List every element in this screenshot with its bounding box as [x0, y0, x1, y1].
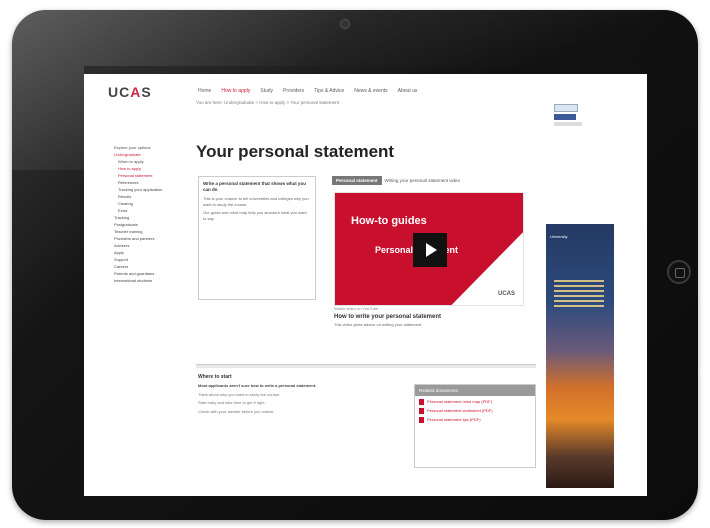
sidebar-item[interactable]: Teacher training — [114, 228, 178, 235]
sidebar-nav: Explore your options Undergraduate When … — [114, 144, 178, 284]
video-caption-title: How to write your personal statement — [334, 314, 442, 320]
page-title: Your personal statement — [196, 142, 395, 161]
advert-banner[interactable]: University — [546, 224, 614, 488]
sidebar-item[interactable]: Clearing — [114, 200, 178, 207]
where-to-start-lead: Most applicants aren't sure how to write… — [198, 383, 317, 388]
sidebar-item[interactable]: When to apply — [114, 158, 178, 165]
nav-providers[interactable]: Providers — [281, 87, 306, 95]
pdf-icon — [419, 399, 424, 405]
where-to-start-body: Check with your adviser before you submi… — [198, 408, 275, 414]
video-tabs: Personal statement Writing your personal… — [332, 176, 460, 185]
status-bar — [84, 66, 647, 74]
logo-text-3: S — [141, 84, 152, 100]
top-navigation: Home How to apply Study Providers Tips &… — [196, 87, 419, 95]
where-to-start-body: Start early and take time to get it righ… — [198, 400, 266, 405]
video-brand: UCAS — [497, 291, 515, 297]
nav-study[interactable]: Study — [258, 87, 275, 95]
nav-tips[interactable]: Tips & Advice — [312, 87, 346, 95]
site-logo[interactable]: UCAS — [108, 84, 152, 100]
related-documents-box: Related documents Personal statement min… — [414, 384, 536, 468]
tweet-button[interactable] — [554, 104, 578, 112]
sidebar-item[interactable]: Support — [114, 256, 178, 263]
tab-video[interactable]: Writing your personal statement video — [385, 178, 460, 183]
intro-box: Write a personal statement that shows wh… — [198, 176, 316, 300]
tablet-screen: UCAS Home How to apply Study Providers T… — [84, 66, 647, 496]
advert-brand: University — [550, 234, 568, 239]
intro-heading: Write a personal statement that shows wh… — [203, 181, 306, 192]
logo-text-1: UC — [108, 84, 131, 100]
webpage: UCAS Home How to apply Study Providers T… — [84, 74, 647, 496]
sidebar-item[interactable]: Careers — [114, 263, 178, 270]
play-icon[interactable] — [413, 233, 447, 267]
camera-icon — [340, 19, 350, 29]
intro-body: This is your chance to tell universities… — [203, 196, 309, 207]
nav-about[interactable]: About us — [396, 87, 420, 95]
breadcrumb[interactable]: You are here: Undergraduate > How to app… — [196, 100, 406, 106]
pdf-icon — [419, 408, 424, 414]
facebook-like-button[interactable] — [554, 114, 576, 120]
where-to-start-body: Think about why you want to study the co… — [198, 391, 281, 397]
sidebar-item[interactable]: Advisers — [114, 242, 178, 249]
related-item[interactable]: Personal statement worksheet (PDF) — [415, 405, 535, 414]
related-link[interactable]: Personal statement tips (PDF) — [427, 417, 481, 423]
sidebar-item[interactable]: Results — [114, 193, 178, 200]
where-to-start-heading: Where to start — [198, 374, 232, 380]
home-button[interactable] — [667, 260, 691, 284]
sidebar-item[interactable]: Apply — [114, 249, 178, 256]
sidebar-item[interactable]: Tracking your application — [114, 186, 178, 193]
related-item[interactable]: Personal statement tips (PDF) — [415, 414, 535, 423]
video-caption: Watch video on YouTube How to write your… — [334, 306, 524, 328]
related-heading: Related documents — [415, 385, 535, 396]
sidebar-item[interactable]: Postgraduate — [114, 221, 178, 228]
advert-text-lines — [554, 280, 604, 310]
sidebar-item[interactable]: Parents and guardians — [114, 270, 178, 277]
section-divider — [196, 364, 536, 368]
scene: UCAS Home How to apply Study Providers T… — [0, 0, 710, 528]
sidebar-item[interactable]: Extra — [114, 207, 178, 214]
sidebar-item[interactable]: Providers and partners — [114, 235, 178, 242]
where-to-start-section: Where to start Most applicants aren't su… — [198, 374, 398, 414]
sidebar-item[interactable]: Personal statement — [114, 172, 178, 179]
sidebar-item[interactable]: References — [114, 179, 178, 186]
sidebar-item[interactable]: Undergraduate — [114, 151, 178, 158]
tablet-device: UCAS Home How to apply Study Providers T… — [12, 10, 698, 520]
logo-text-2: A — [130, 84, 142, 100]
video-player[interactable]: How-to guides Personal statement UCAS — [334, 192, 524, 306]
intro-body: Our guide and mind map help you structur… — [203, 210, 307, 221]
share-count — [554, 122, 582, 126]
related-link[interactable]: Personal statement mind map (PDF) — [427, 399, 492, 405]
tab-personal-statement[interactable]: Personal statement — [332, 176, 382, 185]
video-caption-body: This video gives advice on writing your … — [334, 322, 423, 327]
sidebar-item[interactable]: Tracking — [114, 214, 178, 221]
sidebar-item[interactable]: Explore your options — [114, 144, 178, 151]
nav-how-to-apply[interactable]: How to apply — [219, 87, 252, 95]
video-banner-title: How-to guides — [351, 215, 427, 227]
sidebar-item[interactable]: How to apply — [114, 165, 178, 172]
social-share — [554, 104, 604, 126]
pdf-icon — [419, 417, 424, 423]
sidebar-item[interactable]: International students — [114, 277, 178, 284]
related-item[interactable]: Personal statement mind map (PDF) — [415, 396, 535, 405]
related-link[interactable]: Personal statement worksheet (PDF) — [427, 408, 493, 414]
nav-home[interactable]: Home — [196, 87, 213, 95]
video-link[interactable]: Watch video on YouTube — [334, 306, 524, 311]
nav-news[interactable]: News & events — [352, 87, 389, 95]
